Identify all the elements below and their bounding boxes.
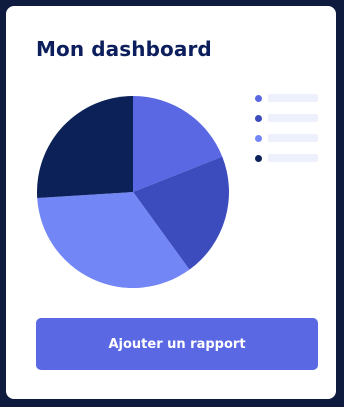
legend-item-1 — [255, 94, 321, 102]
add-report-button[interactable]: Ajouter un rapport — [36, 318, 318, 370]
legend-dot-icon — [255, 114, 262, 122]
pie-chart-svg — [37, 96, 230, 289]
legend-dot-icon — [255, 154, 262, 162]
legend-label-placeholder — [268, 114, 318, 122]
card-title: Mon dashboard — [36, 37, 212, 61]
legend-item-2 — [255, 114, 321, 122]
legend-dot-icon — [255, 134, 262, 142]
legend-item-3 — [255, 134, 321, 142]
chart-legend — [255, 94, 321, 174]
legend-label-placeholder — [268, 154, 318, 162]
pie-slice-4 — [37, 96, 133, 199]
page-background: Mon dashboard Ajouter un rapport — [0, 0, 344, 407]
legend-label-placeholder — [268, 94, 318, 102]
pie-chart — [36, 95, 230, 289]
legend-item-4 — [255, 154, 321, 162]
legend-label-placeholder — [268, 134, 318, 142]
legend-dot-icon — [255, 94, 262, 102]
dashboard-card: Mon dashboard Ajouter un rapport — [6, 6, 336, 399]
